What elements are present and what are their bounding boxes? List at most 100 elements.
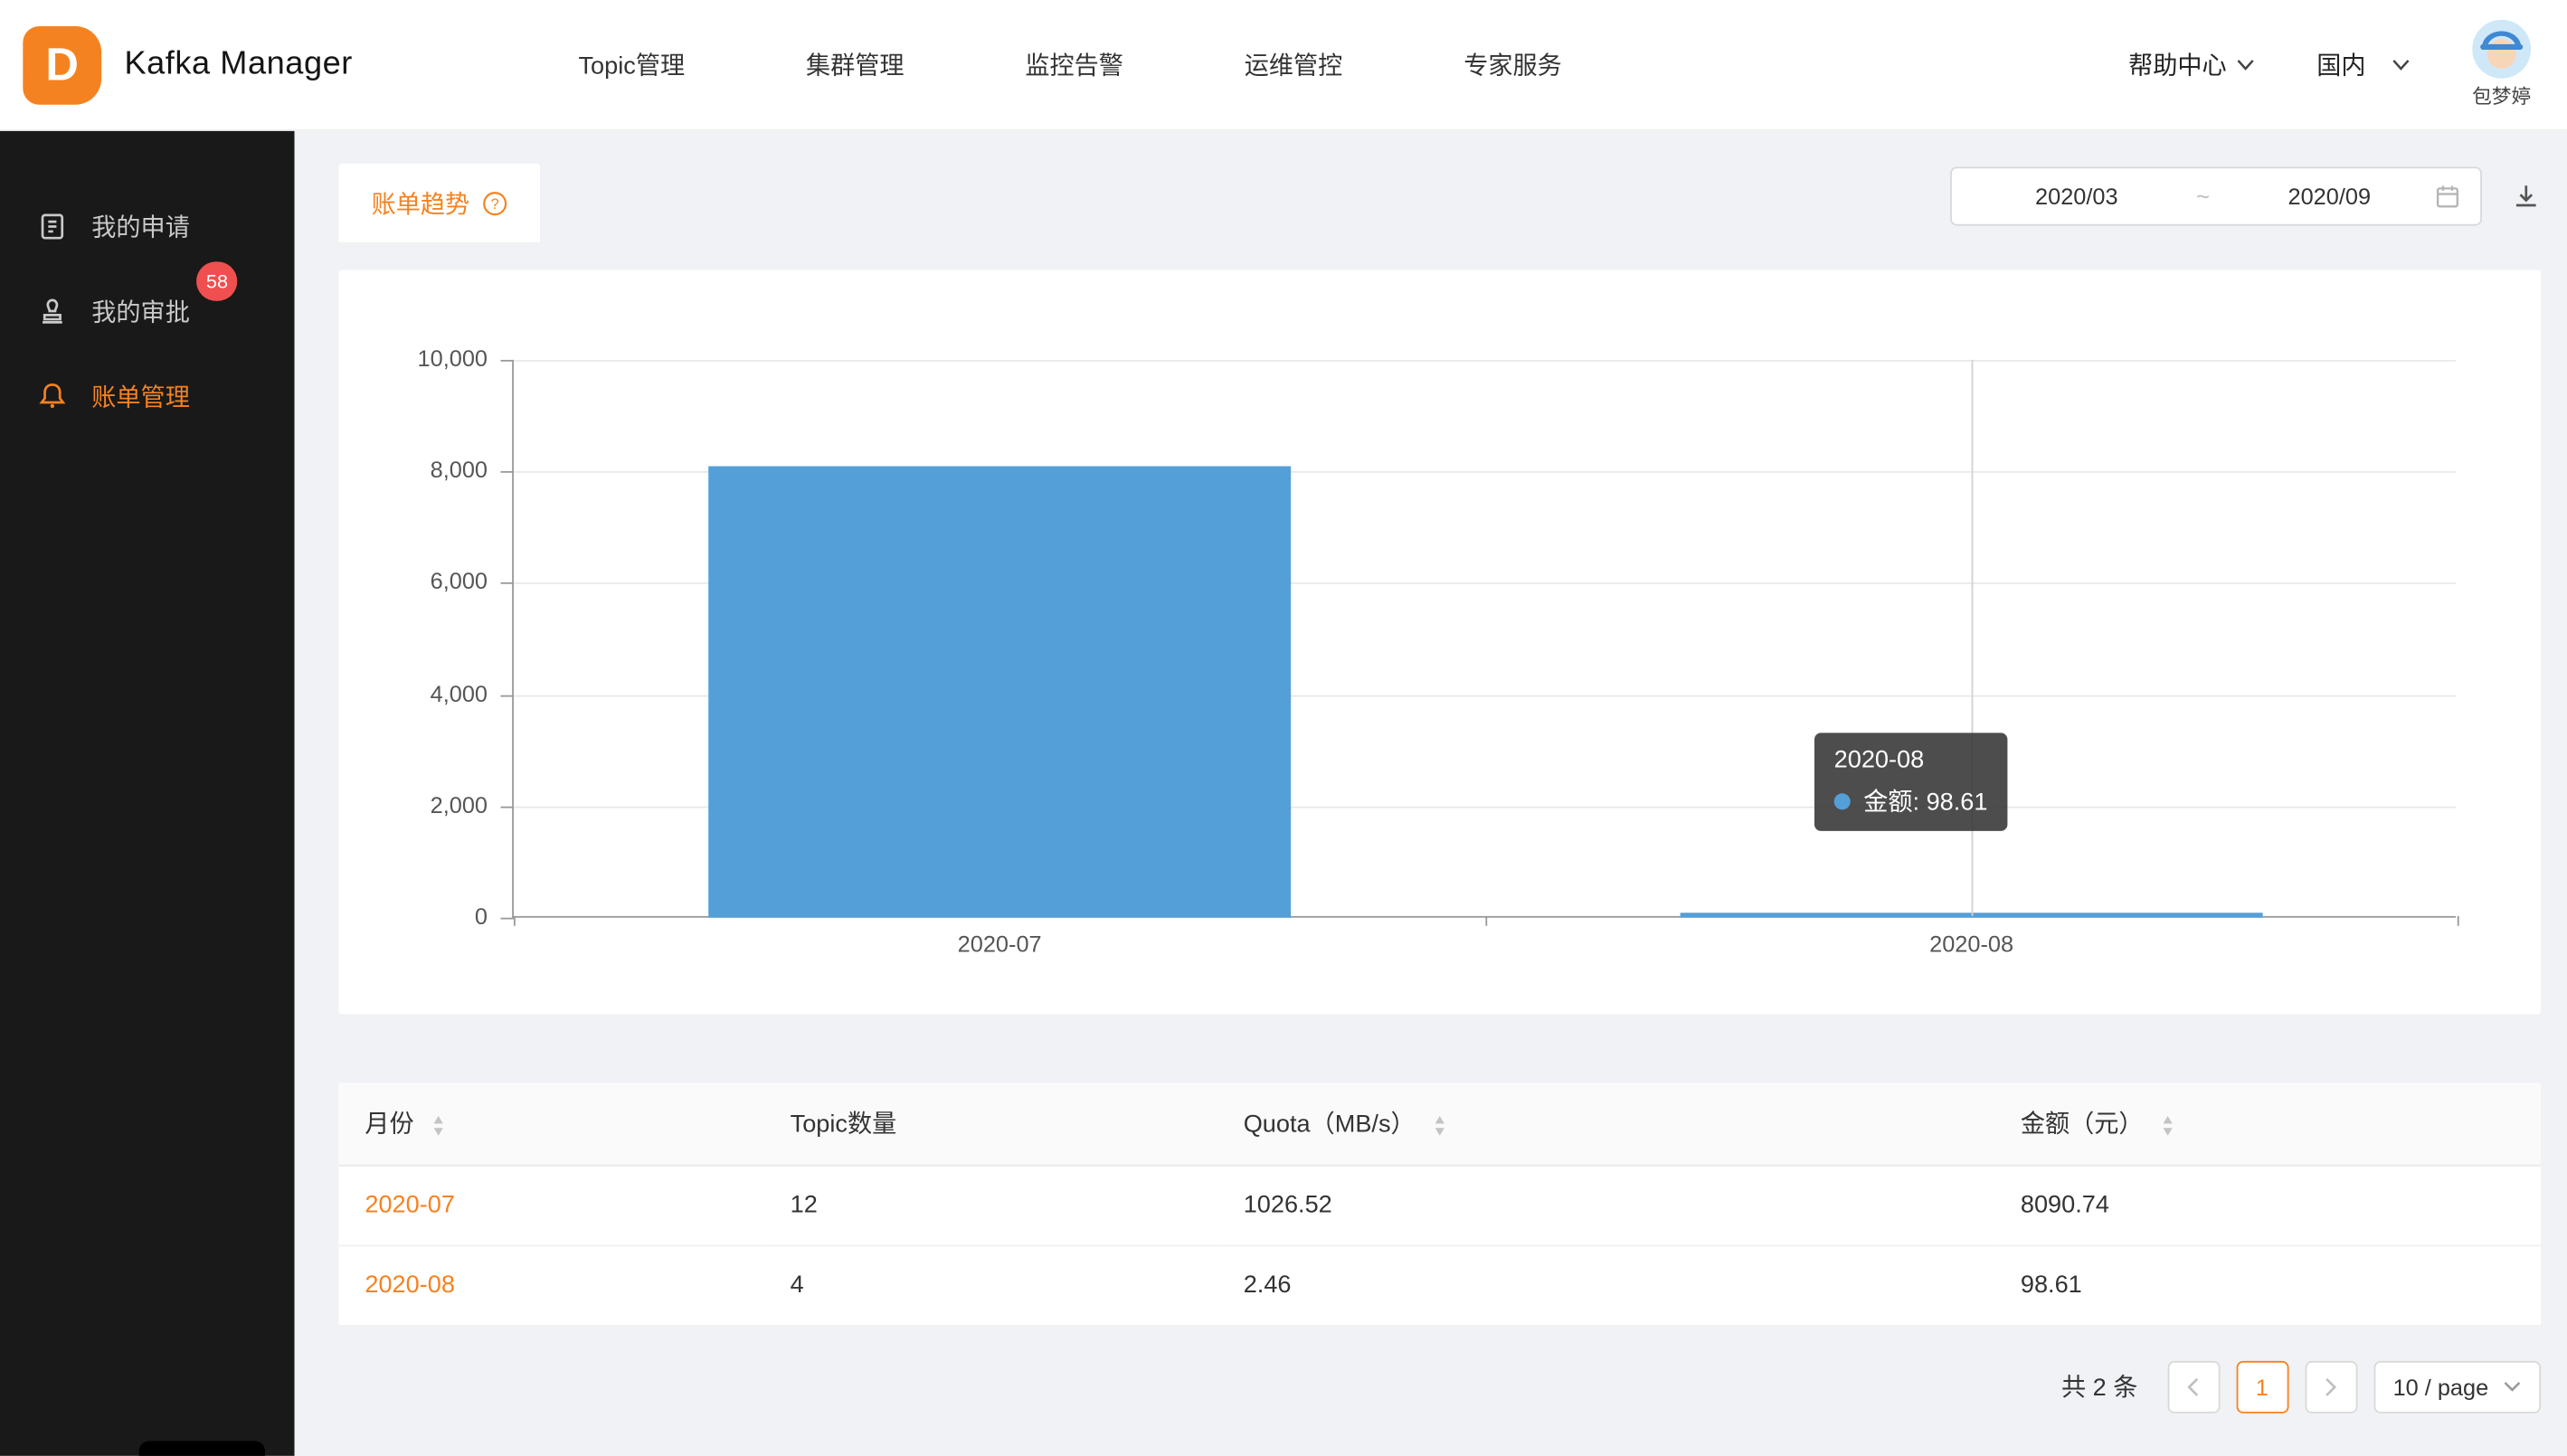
nav-topic-management[interactable]: Topic管理 bbox=[578, 47, 685, 81]
sidebar: 我的申请 我的审批 58 账单管理 bbox=[0, 131, 295, 1456]
cell-amount: 98.61 bbox=[1994, 1244, 2541, 1325]
page-1-button[interactable]: 1 bbox=[2236, 1360, 2288, 1413]
bill-icon bbox=[36, 380, 69, 412]
bill-trend-chart-card: 02,0004,0006,0008,00010,0002020-072020-0… bbox=[338, 269, 2541, 1014]
pagination: 共 2 条 1 10 / page bbox=[338, 1360, 2541, 1413]
cell-quota: 2.46 bbox=[1217, 1244, 1994, 1325]
x-axis-label: 2020-07 bbox=[514, 931, 1485, 957]
date-range-picker[interactable]: 2020/03 ~ 2020/09 bbox=[1950, 166, 2482, 225]
y-axis-label: 6,000 bbox=[344, 568, 488, 594]
nav-cluster-management[interactable]: 集群管理 bbox=[806, 47, 905, 81]
sidebar-item-my-approvals[interactable]: 我的审批 58 bbox=[0, 269, 295, 354]
sort-icon[interactable]: ▲▼ bbox=[432, 1114, 445, 1137]
chevron-down-icon bbox=[2237, 59, 2255, 71]
bar-chart: 02,0004,0006,0008,00010,0002020-072020-0… bbox=[512, 360, 2456, 918]
bill-table: 月份 ▲▼ Topic数量 Quota（MB/s） ▲▼ 金额（元） ▲▼ bbox=[338, 1083, 2541, 1326]
next-page-button[interactable] bbox=[2305, 1360, 2357, 1413]
nav-expert-service[interactable]: 专家服务 bbox=[1463, 47, 1562, 81]
tooltip-series-row: 金额: 98.61 bbox=[1834, 783, 1988, 818]
download-icon-button[interactable] bbox=[2512, 182, 2542, 212]
y-axis-label: 10,000 bbox=[344, 345, 488, 372]
x-axis-label: 2020-08 bbox=[1485, 931, 2457, 957]
table-header-row: 月份 ▲▼ Topic数量 Quota（MB/s） ▲▼ 金额（元） ▲▼ bbox=[338, 1083, 2541, 1164]
avatar[interactable] bbox=[2472, 20, 2531, 79]
table-row: 2020-08 4 2.46 98.61 bbox=[338, 1244, 2541, 1325]
cell-quota: 1026.52 bbox=[1217, 1165, 1994, 1245]
column-header-month[interactable]: 月份 ▲▼ bbox=[338, 1083, 763, 1164]
cell-amount: 8090.74 bbox=[1994, 1165, 2541, 1245]
y-axis-label: 0 bbox=[344, 903, 488, 929]
sort-icon[interactable]: ▲▼ bbox=[1434, 1114, 1446, 1137]
page-title: Kafka Manager bbox=[124, 46, 352, 84]
toolbar-right: 2020/03 ~ 2020/09 bbox=[1950, 166, 2541, 225]
column-header-amount[interactable]: 金额（元） ▲▼ bbox=[1994, 1083, 2541, 1164]
page-size-value: 10 / page bbox=[2393, 1373, 2489, 1399]
column-header-quota[interactable]: Quota（MB/s） ▲▼ bbox=[1217, 1083, 1994, 1164]
chevron-down-icon bbox=[2392, 59, 2410, 71]
date-start-input[interactable]: 2020/03 bbox=[1972, 184, 2182, 210]
tab-bill-trend[interactable]: 账单趋势 ? bbox=[338, 164, 540, 242]
calendar-icon bbox=[2434, 184, 2460, 210]
nav-monitor-alert[interactable]: 监控告警 bbox=[1025, 47, 1123, 81]
y-axis-label: 2,000 bbox=[344, 791, 488, 818]
month-link[interactable]: 2020-07 bbox=[365, 1191, 455, 1219]
app-logo[interactable]: D bbox=[23, 25, 101, 104]
tooltip-value: 金额: 98.61 bbox=[1863, 783, 1987, 818]
user-name: 包梦婷 bbox=[2472, 81, 2531, 109]
month-link[interactable]: 2020-08 bbox=[365, 1271, 455, 1299]
y-axis-label: 8,000 bbox=[344, 457, 488, 483]
table-row: 2020-07 12 1026.52 8090.74 bbox=[338, 1165, 2541, 1245]
sidebar-bottom-sliver bbox=[139, 1442, 265, 1456]
x-axis-tick bbox=[514, 916, 516, 926]
region-dropdown[interactable]: 国内 bbox=[2316, 47, 2410, 81]
sidebar-item-label: 账单管理 bbox=[91, 379, 190, 413]
page-size-select[interactable]: 10 / page bbox=[2373, 1360, 2541, 1413]
chevron-down-icon bbox=[2503, 1381, 2521, 1393]
stamp-icon bbox=[36, 295, 69, 327]
logo-letter: D bbox=[45, 39, 79, 91]
tooltip-title: 2020-08 bbox=[1834, 746, 1988, 774]
y-axis-tick bbox=[500, 360, 513, 362]
help-center-label: 帮助中心 bbox=[2128, 47, 2227, 81]
crosshair-line bbox=[1972, 360, 1974, 916]
help-center-dropdown[interactable]: 帮助中心 bbox=[2128, 47, 2254, 81]
header-right: 帮助中心 国内 包梦婷 bbox=[2128, 20, 2567, 109]
y-axis-tick bbox=[500, 471, 513, 473]
svg-text:?: ? bbox=[491, 195, 499, 212]
date-end-input[interactable]: 2020/09 bbox=[2224, 184, 2434, 210]
y-axis-tick bbox=[500, 918, 513, 920]
x-axis-tick bbox=[1485, 916, 1487, 926]
sidebar-item-label: 我的申请 bbox=[91, 209, 190, 243]
pagination-total: 共 2 条 bbox=[2061, 1369, 2137, 1404]
y-axis-label: 4,000 bbox=[344, 680, 488, 706]
avatar-image bbox=[2472, 20, 2531, 79]
prev-page-button[interactable] bbox=[2167, 1360, 2220, 1413]
y-axis-tick bbox=[500, 695, 513, 696]
sidebar-item-my-applications[interactable]: 我的申请 bbox=[0, 184, 295, 269]
sidebar-item-label: 我的审批 bbox=[91, 294, 190, 328]
x-axis-tick bbox=[2458, 916, 2459, 926]
date-separator: ~ bbox=[2182, 184, 2224, 210]
cell-topic-count: 12 bbox=[764, 1165, 1217, 1245]
chevron-right-icon bbox=[2324, 1376, 2338, 1396]
cell-topic-count: 4 bbox=[764, 1244, 1217, 1325]
y-axis-tick bbox=[500, 583, 513, 585]
nav-ops-control[interactable]: 运维管控 bbox=[1245, 47, 1343, 81]
user-menu[interactable]: 包梦婷 bbox=[2472, 20, 2531, 109]
chart-gridline bbox=[514, 360, 2456, 362]
top-navigation: Topic管理 集群管理 监控告警 运维管控 专家服务 bbox=[578, 47, 1561, 81]
clipboard-icon bbox=[36, 210, 69, 242]
column-header-topic-count: Topic数量 bbox=[764, 1083, 1217, 1164]
chart-bar-2020-07[interactable] bbox=[708, 467, 1292, 918]
chart-tooltip: 2020-08 金额: 98.61 bbox=[1814, 733, 2007, 831]
approvals-count-badge: 58 bbox=[196, 261, 238, 300]
tab-label: 账单趋势 bbox=[372, 185, 470, 220]
y-axis-tick bbox=[500, 806, 513, 808]
sidebar-item-bill-management[interactable]: 账单管理 bbox=[0, 354, 295, 439]
bill-table-card: 月份 ▲▼ Topic数量 Quota（MB/s） ▲▼ 金额（元） ▲▼ bbox=[338, 1083, 2541, 1326]
main-content: 账单趋势 ? 2020/03 ~ 2020/09 bbox=[295, 131, 2567, 1456]
toolbar: 账单趋势 ? 2020/03 ~ 2020/09 bbox=[338, 164, 2541, 242]
question-circle-icon[interactable]: ? bbox=[483, 191, 507, 215]
series-dot-icon bbox=[1834, 792, 1851, 808]
sort-icon[interactable]: ▲▼ bbox=[2162, 1114, 2174, 1137]
